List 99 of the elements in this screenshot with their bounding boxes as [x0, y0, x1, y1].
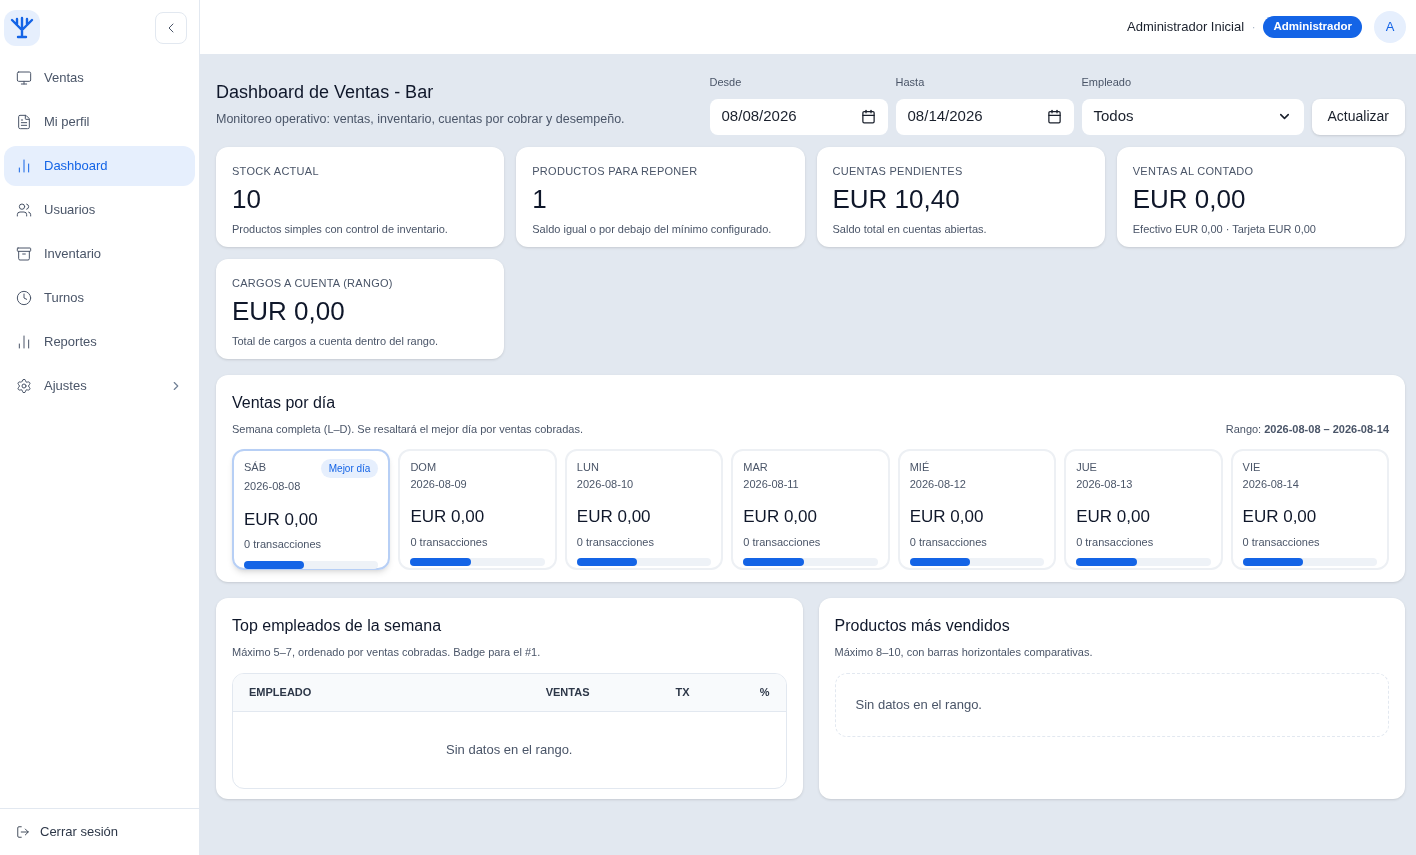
day-card[interactable]: SÁB Mejor día 2026-08-08 EUR 0,00 0 transacciones	[232, 449, 391, 570]
settings-icon	[16, 378, 32, 394]
day-date: 2026-08-09	[410, 476, 468, 492]
column-header: %	[759, 684, 770, 700]
range-text: Rango: 2026-08-08 – 2026-08-14	[1225, 421, 1389, 437]
kpi-title: VENTAS AL CONTADO	[1132, 163, 1255, 179]
best-day-badge: Mejor día	[320, 459, 379, 478]
logout-icon	[16, 825, 30, 839]
kpi-value: EUR 10,40	[832, 183, 961, 215]
day-name: DOM	[410, 460, 437, 475]
sidebar-item[interactable]: Turnos	[4, 278, 195, 318]
calendar-icon	[1046, 109, 1062, 124]
day-name: JUE	[1076, 460, 1097, 475]
register-icon	[16, 70, 32, 86]
sidebar-item[interactable]: Ventas	[4, 58, 195, 98]
page-subtitle: Monitoreo operativo: ventas, inventario, cuentas por cobrar y desempeño.	[216, 110, 625, 128]
user-name: Administrador Inicial	[1127, 18, 1245, 37]
field-label: Hasta	[895, 75, 926, 90]
separator-dot: ·	[1252, 20, 1256, 35]
day-card[interactable]: MIÉ 2026-08-12 EUR 0,00 0 transacciones	[897, 449, 1057, 570]
day-date: 2026-08-08	[244, 479, 302, 494]
field-label: Desde	[709, 75, 743, 90]
day-card[interactable]: DOM 2026-08-09 EUR 0,00 0 transacciones	[398, 449, 557, 570]
day-amount: EUR 0,00	[1242, 506, 1318, 528]
day-amount: EUR 0,00	[909, 506, 985, 528]
day-name: MIÉ	[909, 460, 930, 475]
transaction-count: 0 transacciones	[410, 534, 489, 550]
users-icon	[16, 202, 32, 218]
day-amount: EUR 0,00	[244, 508, 319, 531]
select-field[interactable]: Todos	[1081, 98, 1304, 135]
column-header: TX	[675, 684, 690, 700]
field-label: Empleado	[1081, 75, 1133, 90]
sidebar-item[interactable]: Ajustes	[4, 366, 195, 406]
column-header: EMPLEADO	[249, 684, 313, 700]
day-name: SÁB	[244, 460, 266, 475]
page-title: Dashboard de Ventas - Bar	[216, 80, 435, 104]
kpi-value: 10	[232, 183, 262, 215]
transaction-count: 0 transacciones	[244, 537, 323, 552]
document-icon	[16, 114, 32, 130]
calendar-icon	[860, 109, 876, 124]
archive-icon	[16, 246, 32, 262]
section-title: Productos más vendidos	[834, 616, 1011, 636]
day-date: 2026-08-12	[909, 476, 967, 492]
day-card[interactable]: JUE 2026-08-13 EUR 0,00 0 transacciones	[1064, 449, 1223, 570]
day-card[interactable]: VIE 2026-08-14 EUR 0,00 0 transacciones	[1230, 449, 1389, 570]
kpi-note: Efectivo EUR 0,00 · Tarjeta EUR 0,00	[1132, 222, 1317, 237]
kpi-note: Saldo total en cuentas abiertas.	[832, 222, 988, 237]
empty-message: Sin datos en el rango.	[446, 740, 573, 759]
section-subtitle: Máximo 8–10, con barras horizontales comparativas.	[834, 645, 1094, 660]
kpi-note: Saldo igual o por debajo del mínimo configurado.	[532, 222, 773, 237]
logo[interactable]	[4, 10, 40, 46]
section-title: Top empleados de la semana	[232, 616, 443, 636]
sidebar-item[interactable]: Reportes	[4, 322, 195, 362]
day-amount: EUR 0,00	[743, 506, 818, 528]
empty-message: Sin datos en el rango.	[855, 695, 982, 714]
bar-chart-icon	[16, 158, 32, 174]
sidebar-item[interactable]: Dashboard	[4, 146, 195, 186]
kpi-value: EUR 0,00	[232, 295, 346, 327]
transaction-count: 0 transacciones	[909, 534, 988, 550]
transaction-count: 0 transacciones	[1076, 534, 1155, 550]
kpi-note: Total de cargos a cuenta dentro del rango.	[232, 334, 440, 349]
date-field[interactable]: 08/14/2026	[895, 98, 1074, 135]
kpi-title: CUENTAS PENDIENTES	[832, 163, 964, 179]
date-field[interactable]: 08/08/2026	[709, 98, 888, 135]
day-date: 2026-08-11	[743, 476, 800, 492]
day-date: 2026-08-14	[1242, 476, 1300, 492]
kpi-title: CARGOS A CUENTA (RANGO)	[232, 275, 394, 291]
kpi-title: STOCK ACTUAL	[232, 163, 320, 179]
day-amount: EUR 0,00	[410, 506, 486, 528]
day-amount: EUR 0,00	[576, 506, 652, 528]
kpi-value: EUR 0,00	[1132, 183, 1247, 215]
section-subtitle: Máximo 5–7, ordenado por ventas cobradas. Badge para el #1.	[232, 645, 542, 660]
day-name: VIE	[1242, 460, 1261, 475]
kpi-note: Productos simples con control de inventario.	[232, 222, 449, 237]
day-card[interactable]: MAR 2026-08-11 EUR 0,00 0 transacciones	[731, 449, 890, 570]
role-badge: Administrador	[1263, 16, 1362, 38]
section-title: Ventas por día	[232, 392, 337, 413]
clock-icon	[16, 290, 32, 306]
day-name: LUN	[576, 460, 599, 475]
transaction-count: 0 transacciones	[576, 534, 655, 550]
day-name: MAR	[743, 460, 768, 475]
day-date: 2026-08-13	[1076, 476, 1134, 492]
day-amount: EUR 0,00	[1076, 506, 1151, 528]
day-card[interactable]: LUN 2026-08-10 EUR 0,00 0 transacciones	[564, 449, 724, 570]
section-subtitle: Semana completa (L–D). Se resaltará el mejor día por ventas cobradas.	[232, 421, 583, 437]
logout-button[interactable]: Cerrar sesión	[0, 809, 199, 855]
sidebar-item[interactable]: Mi perfil	[4, 102, 195, 142]
transaction-count: 0 transacciones	[743, 534, 822, 550]
sidebar-item[interactable]: Inventario	[4, 234, 195, 274]
bar-chart-icon	[16, 334, 32, 350]
day-date: 2026-08-10	[576, 476, 635, 492]
column-header: VENTAS	[545, 684, 590, 700]
logo-icon	[9, 15, 35, 41]
sidebar-item[interactable]: Usuarios	[4, 190, 195, 230]
kpi-title: PRODUCTOS PARA REPONER	[532, 163, 699, 179]
kpi-value: 1	[532, 183, 548, 215]
transaction-count: 0 transacciones	[1242, 534, 1321, 550]
refresh-button[interactable]: Actualizar	[1311, 98, 1405, 135]
user-avatar[interactable]: A	[1374, 11, 1406, 43]
